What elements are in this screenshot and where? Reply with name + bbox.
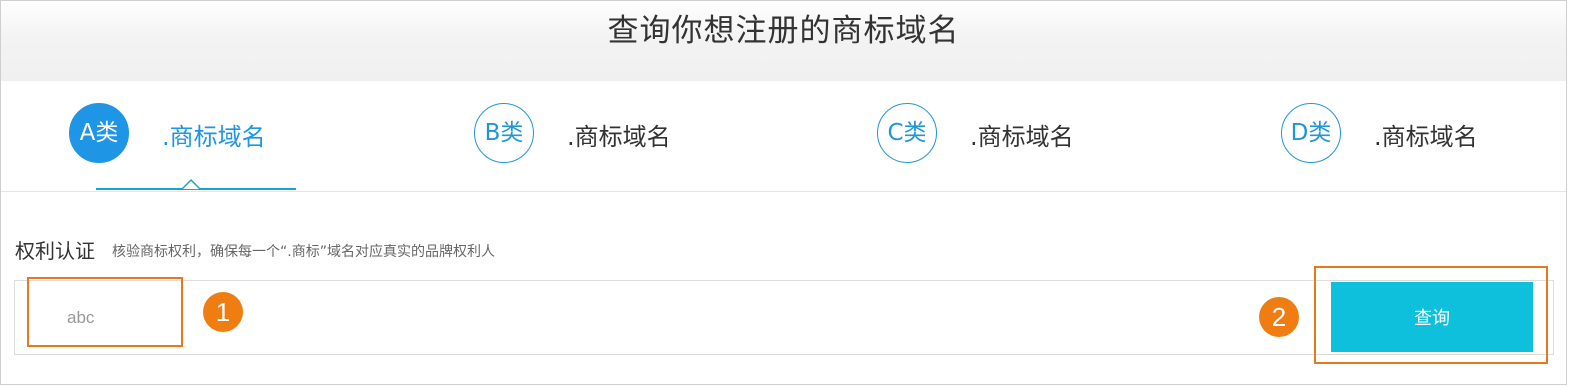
search-button[interactable]: 查询 [1331,282,1533,352]
domain-search-bar [14,280,1554,355]
tab-badge-c: C类 [877,103,937,163]
tab-label-c: .商标域名 [970,123,1074,151]
step-marker-2: 2 [1259,297,1299,337]
page-title: 查询你想注册的商标域名 [607,13,960,49]
tab-badge-a: A类 [69,103,129,163]
tab-label-b: .商标域名 [567,123,671,151]
category-tabs: A类 .商标域名 B类 .商标域名 C类 .商标域名 D类 .商标域名 [1,81,1566,192]
tab-label-d: .商标域名 [1374,123,1478,151]
page-frame: 查询你想注册的商标域名 A类 .商标域名 B类 .商标域名 C类 .商标域名 D… [0,0,1567,385]
rights-section-title: 权利认证 [15,239,95,263]
tab-label-a: .商标域名 [162,123,266,151]
tab-badge-b: B类 [474,103,534,163]
active-tab-caret-icon [181,179,201,189]
page-header: 查询你想注册的商标域名 [1,1,1566,81]
step-marker-1: 1 [203,292,243,332]
rights-section-description: 核验商标权利，确保每一个“.商标”域名对应真实的品牌权利人 [112,244,495,260]
tab-badge-d: D类 [1281,103,1341,163]
